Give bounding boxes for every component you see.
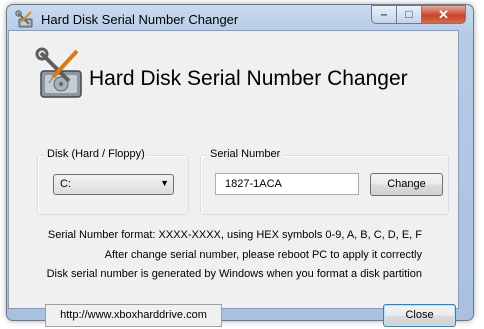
serial-number-value: 1827-1ACA	[225, 178, 282, 190]
window-title: Hard Disk Serial Number Changer	[41, 12, 239, 27]
maximize-button[interactable]: □	[396, 5, 422, 24]
minimize-icon: –	[380, 7, 388, 21]
hard-disk-wrench-icon	[35, 47, 87, 103]
drive-select[interactable]: C: ▼	[53, 174, 174, 195]
client-area: Hard Disk Serial Number Changer Disk (Ha…	[8, 30, 459, 327]
minimize-button[interactable]: –	[371, 5, 397, 24]
close-icon: ✕	[438, 7, 449, 22]
page-title: Hard Disk Serial Number Changer	[89, 67, 408, 90]
chevron-down-icon: ▼	[160, 178, 169, 188]
app-small-icon	[15, 10, 35, 30]
serial-number-input[interactable]: 1827-1ACA	[215, 173, 359, 195]
change-button[interactable]: Change	[370, 173, 443, 196]
disk-group-legend: Disk (Hard / Floppy)	[44, 148, 148, 160]
drive-select-value: C:	[60, 178, 71, 190]
format-info-text: Serial Number format: XXXX-XXXX, using H…	[47, 229, 422, 241]
website-link[interactable]: http://www.xboxharddrive.com	[45, 304, 222, 327]
reboot-info-text: After change serial number, please reboo…	[104, 249, 422, 261]
close-button[interactable]: Close	[383, 304, 456, 327]
serial-group-legend: Serial Number	[207, 148, 284, 160]
close-window-button[interactable]: ✕	[421, 5, 466, 24]
maximize-icon: □	[405, 7, 413, 21]
generation-info-text: Disk serial number is generated by Windo…	[46, 268, 422, 280]
